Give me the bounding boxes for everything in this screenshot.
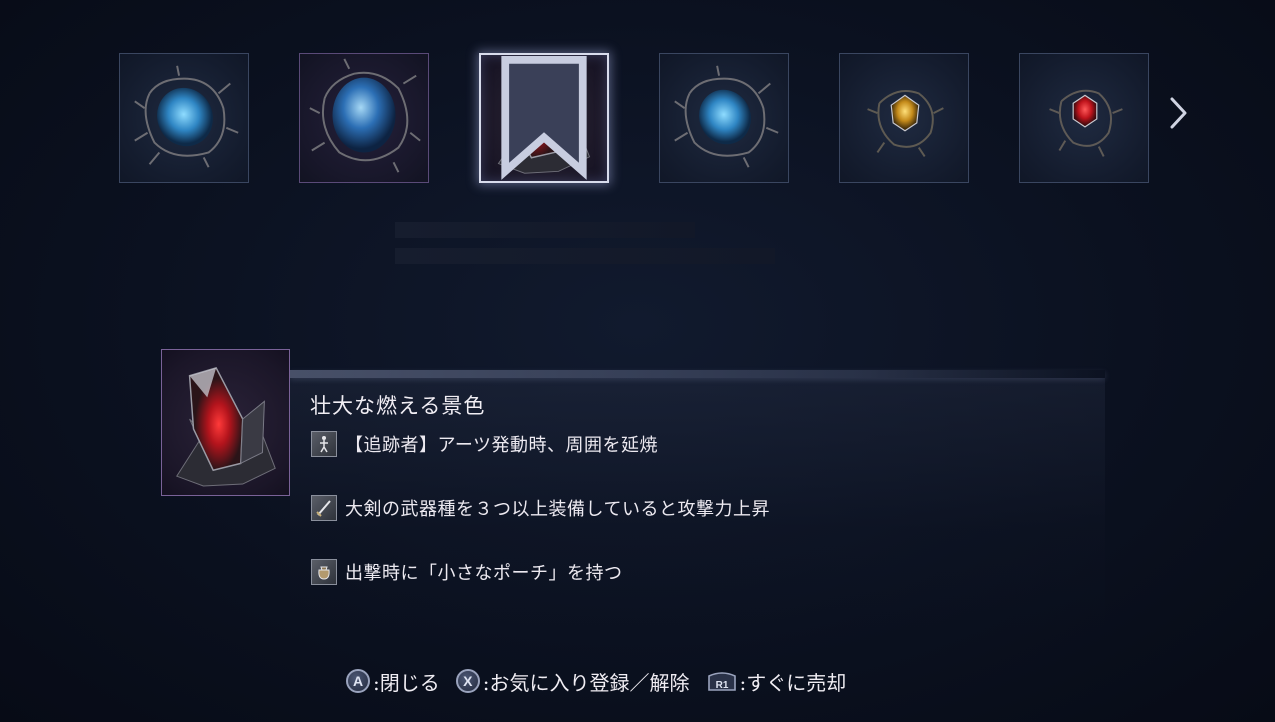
detail-header-divider [290,370,1105,378]
background-ghost-text [395,222,695,238]
quick-sell-action[interactable]: :すぐに売却 [740,667,847,696]
red-crystal-relic-icon [176,366,276,487]
blue-relic-icon [674,65,779,168]
relic-slot-1[interactable] [119,53,249,183]
close-action[interactable]: :閉じる [373,667,440,696]
chevron-right-icon[interactable] [1164,96,1192,130]
relic-inventory-row [0,0,1275,200]
sword-icon [311,495,337,521]
effect-text: 大剣の武器種を３つ以上装備していると攻撃力上昇 [345,499,770,520]
effect-text: 出撃時に「小さなポーチ」を持つ [345,563,623,584]
relic-slot-2[interactable] [299,53,429,183]
relic-slot-6[interactable] [1019,53,1149,183]
controls-hint-bar: A :閉じる X :お気に入り登録／解除 R1 :すぐに売却 [346,666,846,696]
blue-relic-large-icon [309,58,421,173]
x-button-icon: X [455,669,480,693]
a-button-icon: A [346,669,370,693]
effect-text: 【追跡者】アーツ発動時、周囲を延焼 [345,435,659,456]
relic-slot-4[interactable] [659,53,789,183]
r1-button-icon: R1 [707,672,736,691]
favorite-toggle-action[interactable]: :お気に入り登録／解除 [483,667,690,696]
red-relic-icon [1049,89,1123,157]
background-ghost-text [395,248,775,264]
favorite-bookmark-icon [501,55,587,180]
yellow-relic-icon [867,90,944,157]
blue-relic-icon [134,65,239,168]
pouch-icon [311,559,337,585]
relic-slot-5[interactable] [839,53,969,183]
effect-row-2: 大剣の武器種を３つ以上装備していると攻撃力上昇 [311,494,770,522]
figure-icon [311,431,337,457]
relic-name: 壮大な燃える景色 [310,394,486,418]
svg-text:R1: R1 [715,680,728,691]
selected-relic-preview [161,349,290,496]
effect-row-1: 【追跡者】アーツ発動時、周囲を延焼 [311,430,658,458]
effect-row-3: 出撃時に「小さなポーチ」を持つ [311,558,623,586]
relic-slot-3-selected[interactable] [479,53,609,183]
